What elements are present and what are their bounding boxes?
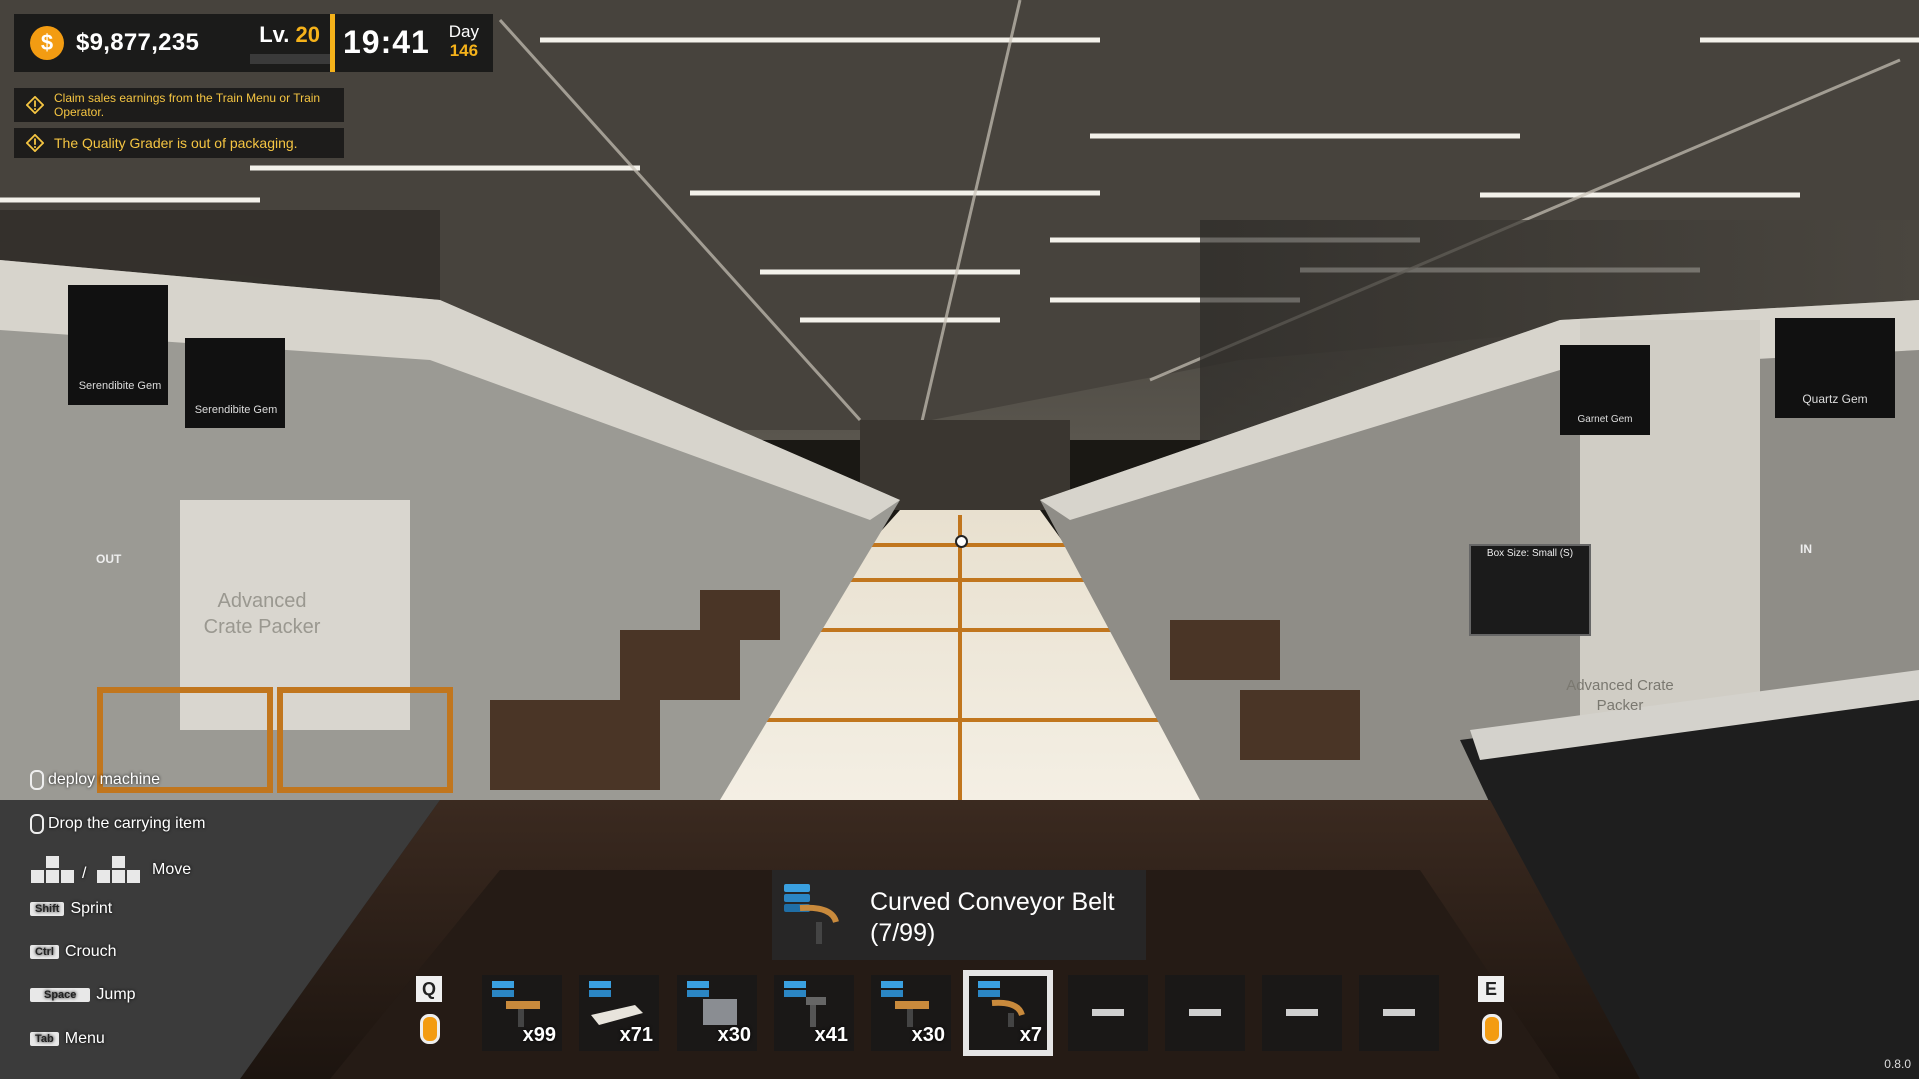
sign-serendibite-2: Serendibite Gem (194, 404, 278, 416)
notification-sales: Claim sales earnings from the Train Menu… (14, 88, 344, 122)
hint-crouch: Ctrl Crouch (30, 943, 117, 961)
tab-key-icon: Tab (30, 1032, 59, 1046)
hint-menu: Tab Menu (30, 1030, 105, 1048)
empty-slot-icon (1189, 1009, 1221, 1016)
hotbar-slot-1[interactable]: x99 (482, 975, 562, 1051)
hotbar-slot-6[interactable]: x7 (963, 970, 1053, 1056)
tooltip-item-count: (7/99) (870, 919, 936, 947)
level-label: Lv. 20 (259, 22, 320, 47)
crosshair (955, 535, 968, 548)
version-label: 0.8.0 (1884, 1057, 1911, 1071)
hint-deploy: deploy machine (30, 770, 160, 790)
hotbar-slot-4[interactable]: x41 (774, 975, 854, 1051)
box-size-label: Box Size: Small (S) (1486, 548, 1574, 559)
scroll-wheel-icon (1482, 1014, 1502, 1044)
level-panel: Lv. 20 (226, 14, 336, 72)
hotbar-next-key[interactable]: E (1478, 976, 1504, 1002)
in-label: IN (1800, 542, 1812, 556)
time-display: 19:41 (343, 24, 430, 60)
notification-packaging: The Quality Grader is out of packaging. (14, 128, 344, 158)
hotbar-slot-2[interactable]: x71 (579, 975, 659, 1051)
ctrl-key-icon: Ctrl (30, 945, 59, 959)
sign-quartz: Quartz Gem (1802, 392, 1868, 406)
hint-drop: Drop the carrying item (30, 814, 205, 834)
empty-slot-icon (1383, 1009, 1415, 1016)
clock-panel: 19:41 Day 146 (330, 14, 493, 72)
empty-slot-icon (1092, 1009, 1124, 1016)
hotbar-slot-7[interactable] (1068, 975, 1148, 1051)
sign-serendibite-1: Serendibite Gem (78, 380, 162, 392)
empty-slot-icon (1286, 1009, 1318, 1016)
movement-keys-icon: / (31, 856, 140, 883)
money-value: $9,877,235 (76, 29, 200, 56)
mouse-right-icon (30, 814, 44, 834)
hint-move: / Move (30, 856, 191, 884)
day-value: 146 (449, 41, 479, 60)
level-value: 20 (295, 22, 320, 47)
right-machine-label: Advanced Crate Packer (1566, 677, 1674, 714)
notification-text: The Quality Grader is out of packaging. (54, 135, 298, 151)
tooltip-item-name: Curved Conveyor Belt (870, 888, 1115, 916)
item-tooltip: Curved Conveyor Belt (7/99) (772, 870, 1146, 960)
hint-jump: Space Jump (30, 986, 136, 1004)
day-display: Day 146 (448, 22, 479, 60)
hotbar-slot-10[interactable] (1359, 975, 1439, 1051)
level-progress-bar (250, 54, 336, 64)
mouse-left-icon (30, 770, 44, 790)
curved-conveyor-icon (784, 884, 839, 944)
hotbar-slot-8[interactable] (1165, 975, 1245, 1051)
warning-icon (26, 96, 44, 114)
sign-garnet: Garnet Gem (1577, 414, 1633, 425)
money-panel: $ $9,877,235 (14, 14, 226, 72)
hint-sprint: Shift Sprint (30, 900, 112, 918)
shift-key-icon: Shift (30, 902, 65, 916)
warning-icon (26, 134, 44, 152)
left-machine-label: Advanced Crate Packer (203, 590, 321, 638)
hotbar-prev-key[interactable]: Q (416, 976, 442, 1002)
out-label: OUT (96, 552, 122, 566)
status-hud: $ $9,877,235 Lv. 20 19:41 Day 146 (14, 14, 493, 72)
scroll-wheel-icon (420, 1014, 440, 1044)
notification-text: Claim sales earnings from the Train Menu… (54, 91, 321, 119)
hotbar-slot-5[interactable]: x30 (871, 975, 951, 1051)
hotbar-slot-9[interactable] (1262, 975, 1342, 1051)
hotbar-slot-3[interactable]: x30 (677, 975, 757, 1051)
coin-icon: $ (30, 26, 64, 60)
space-key-icon: Space (30, 988, 91, 1002)
svg-text:/: / (82, 865, 87, 882)
